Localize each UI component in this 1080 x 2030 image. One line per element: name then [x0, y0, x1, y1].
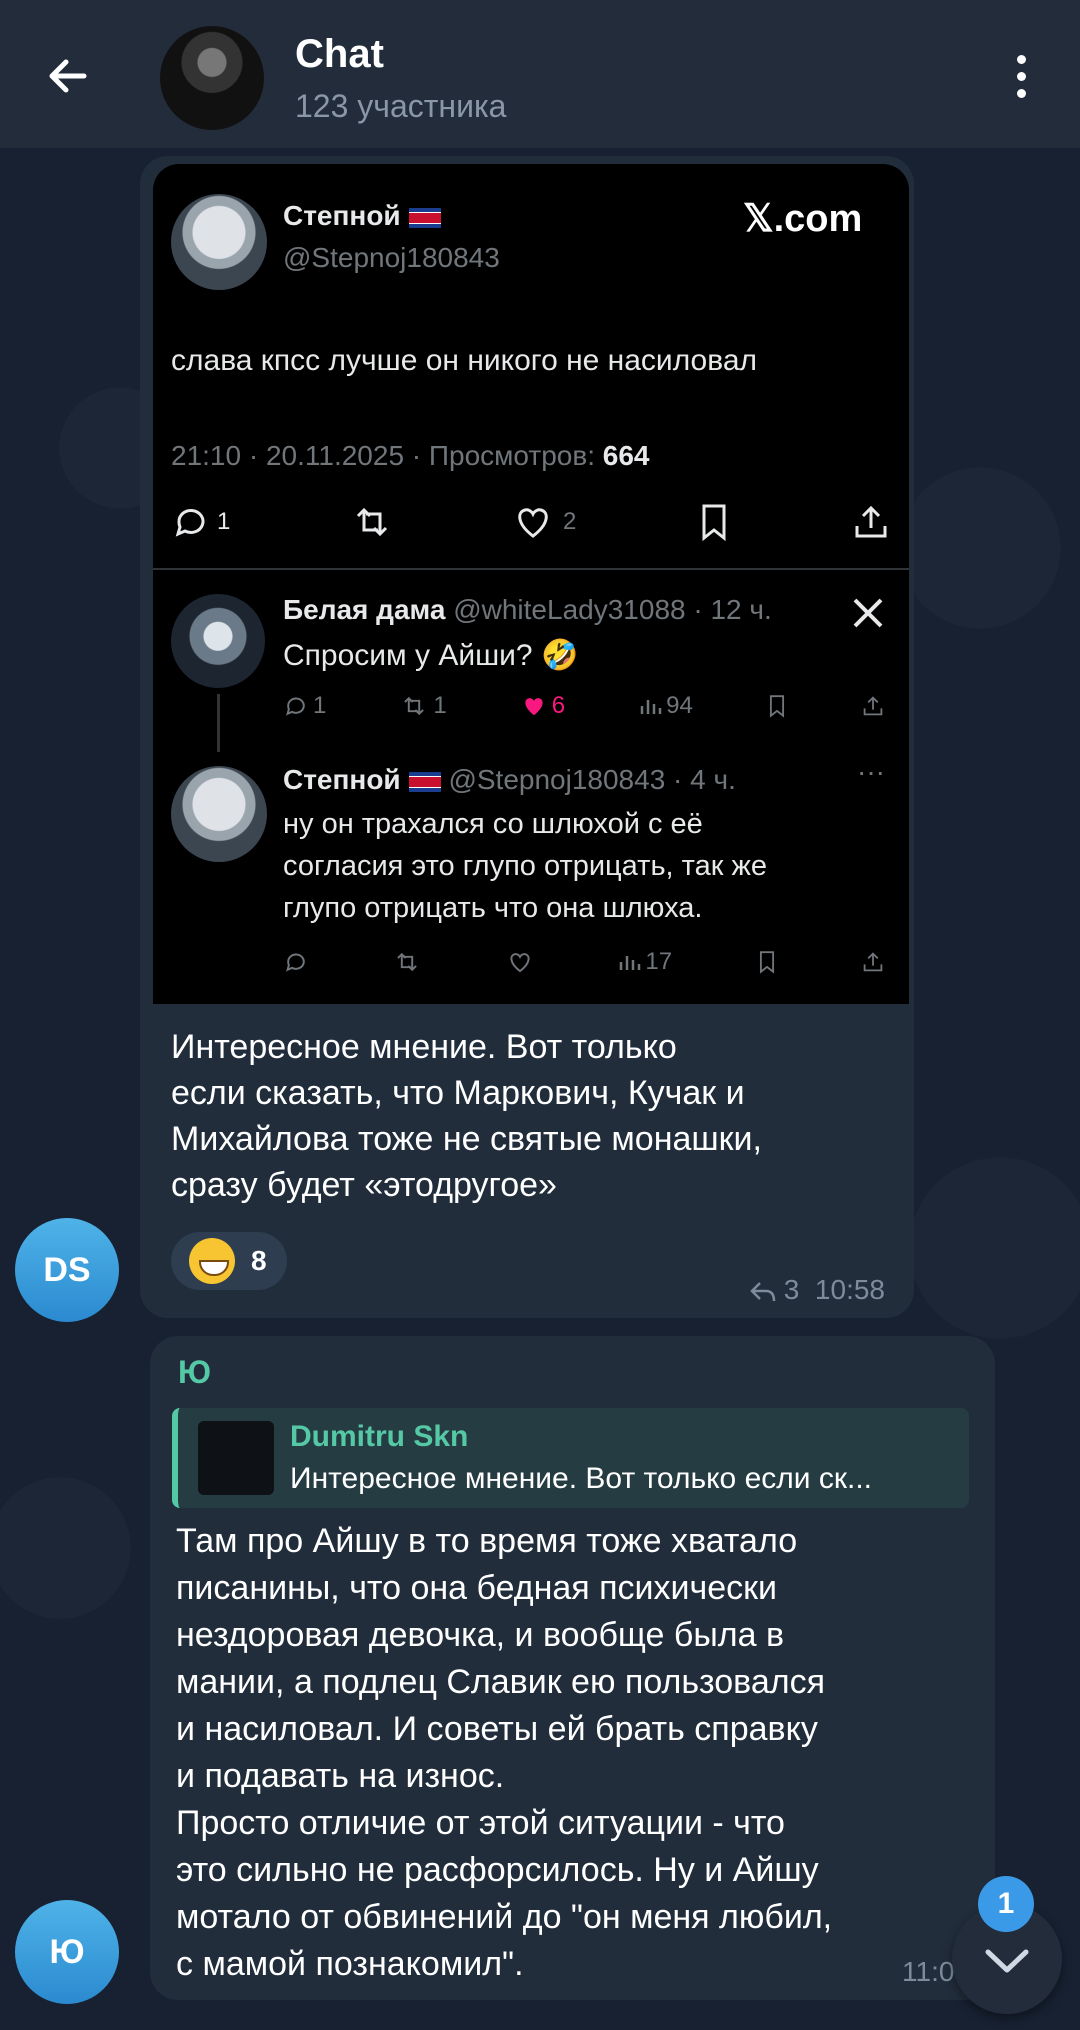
message-text-line: и подавать на износ.	[176, 1757, 505, 1795]
flag-icon	[408, 207, 441, 228]
reply-text: Спросим у Айши? 🤣	[283, 639, 579, 672]
tweet-actions: 1 2	[171, 502, 891, 542]
reply-author-avatar	[171, 766, 267, 862]
like-action[interactable]: 6	[520, 692, 565, 720]
flag-icon	[408, 771, 441, 792]
chat-title[interactable]: Chat	[295, 32, 384, 77]
reply-text-line: глупо отрицать что она шлюха.	[283, 892, 703, 924]
reaction-count: 8	[251, 1245, 267, 1276]
message-text-line: Михайлова тоже не святые монашки,	[171, 1120, 762, 1158]
retweet-action[interactable]	[350, 502, 394, 542]
reply-text-line: согласия это глупо отрицать, так же	[283, 850, 768, 882]
reply-actions: 17	[283, 948, 885, 976]
message-text-line: писанины, что она бедная психически	[176, 1569, 778, 1607]
tweet-author-handle: @Stepnoj180843	[283, 242, 500, 273]
message-text-line: сразу будет «этодругое»	[171, 1166, 557, 1204]
message-text-line: мотало от обвинений до "он меня любил,	[176, 1898, 833, 1936]
chat-header: Chat 123 участника	[0, 0, 1080, 148]
reaction-chip[interactable]: 8	[171, 1232, 287, 1290]
share-icon[interactable]	[851, 502, 891, 542]
more-menu-icon[interactable]	[1004, 52, 1038, 102]
bookmark-icon[interactable]	[766, 693, 788, 719]
views-icon	[640, 700, 662, 714]
reply-author-name: Белая дама @whiteLady31088 · 12 ч.	[283, 594, 772, 625]
tweet-divider	[153, 568, 909, 570]
reply-actions: 1 1 6 94	[283, 692, 885, 720]
views-action: 17	[617, 948, 672, 976]
x-logo: 𝕏.com	[743, 198, 863, 240]
reply-icon[interactable]	[283, 949, 309, 975]
message-text-line: это сильно не расфорсилось. Ну и Айшу	[176, 1851, 819, 1889]
message-text-line: мании, а подлец Славик ею пользовался	[176, 1663, 825, 1701]
bookmark-icon[interactable]	[756, 949, 778, 975]
reply-text-line: ну он трахался со шлюхой с её	[283, 808, 703, 840]
tweet-author-avatar	[171, 194, 267, 290]
reply-arrow-icon	[750, 1281, 776, 1301]
like-action[interactable]: 2	[513, 502, 576, 542]
reply-action[interactable]: 1	[171, 502, 230, 542]
reply-icon	[175, 508, 205, 537]
more-icon[interactable]: ···	[857, 756, 885, 788]
member-count: 123 участника	[295, 88, 507, 124]
views-action: 94	[638, 692, 693, 720]
message-text-line: и насиловал. И советы ей брать справку	[176, 1710, 818, 1748]
heart-icon[interactable]	[506, 949, 534, 975]
quote-author: Dumitru Skn	[290, 1420, 469, 1453]
reply-author-name: Степной @Stepnoj180843 · 4 ч.	[283, 764, 736, 795]
reply-action[interactable]: 1	[283, 692, 326, 720]
heart-filled-icon	[525, 698, 543, 716]
sender-avatar[interactable]: DS	[15, 1218, 119, 1322]
sender-avatar[interactable]: Ю	[15, 1900, 119, 2004]
reply-icon	[286, 697, 305, 716]
tweet-author-name: Степной	[283, 200, 441, 232]
message-text-line: если сказать, что Маркович, Кучак и	[171, 1074, 745, 1112]
retweet-action[interactable]: 1	[399, 692, 447, 720]
back-arrow-icon[interactable]	[40, 48, 96, 104]
chat-avatar[interactable]	[160, 26, 264, 130]
message-text-line: Просто отличие от этой ситуации - что	[176, 1804, 785, 1842]
bookmark-icon[interactable]	[696, 502, 732, 542]
unread-badge: 1	[978, 1876, 1034, 1932]
message-text-line: Интересное мнение. Вот только	[171, 1028, 677, 1066]
sender-name[interactable]: Ю	[178, 1354, 211, 1391]
tweet-text: слава кпсс лучше он никого не насиловал	[171, 344, 758, 377]
thread-line	[217, 694, 220, 752]
x-icon	[853, 598, 883, 628]
share-icon[interactable]	[861, 693, 885, 719]
share-icon[interactable]	[861, 949, 885, 975]
reply-author-avatar	[171, 594, 265, 688]
retweet-icon	[356, 507, 387, 537]
views-icon	[620, 956, 641, 970]
message-meta: 3 10:58	[750, 1274, 885, 1306]
heart-icon	[518, 508, 548, 538]
tweet-meta: 21:10 · 20.11.2025 · Просмотров: 664	[171, 440, 650, 471]
retweet-icon	[404, 696, 425, 716]
retweet-icon[interactable]	[392, 949, 422, 975]
grinning-emoji-icon	[189, 1238, 235, 1284]
message-text-line: Там про Айшу в то время тоже хватало	[176, 1522, 798, 1560]
message-text-line: нездоровая девочка, и вообще была в	[176, 1616, 785, 1654]
reply-quote[interactable]: Dumitru Skn Интересное мнение. Вот тольк…	[172, 1408, 969, 1508]
message-text-line: с мамой познакомил".	[176, 1945, 524, 1983]
tweet-embed[interactable]: Степной @Stepnoj180843 𝕏.com слава кпсс …	[153, 164, 909, 1004]
quote-text: Интересное мнение. Вот только если ск...	[290, 1462, 872, 1495]
quote-thumbnail	[198, 1421, 274, 1495]
